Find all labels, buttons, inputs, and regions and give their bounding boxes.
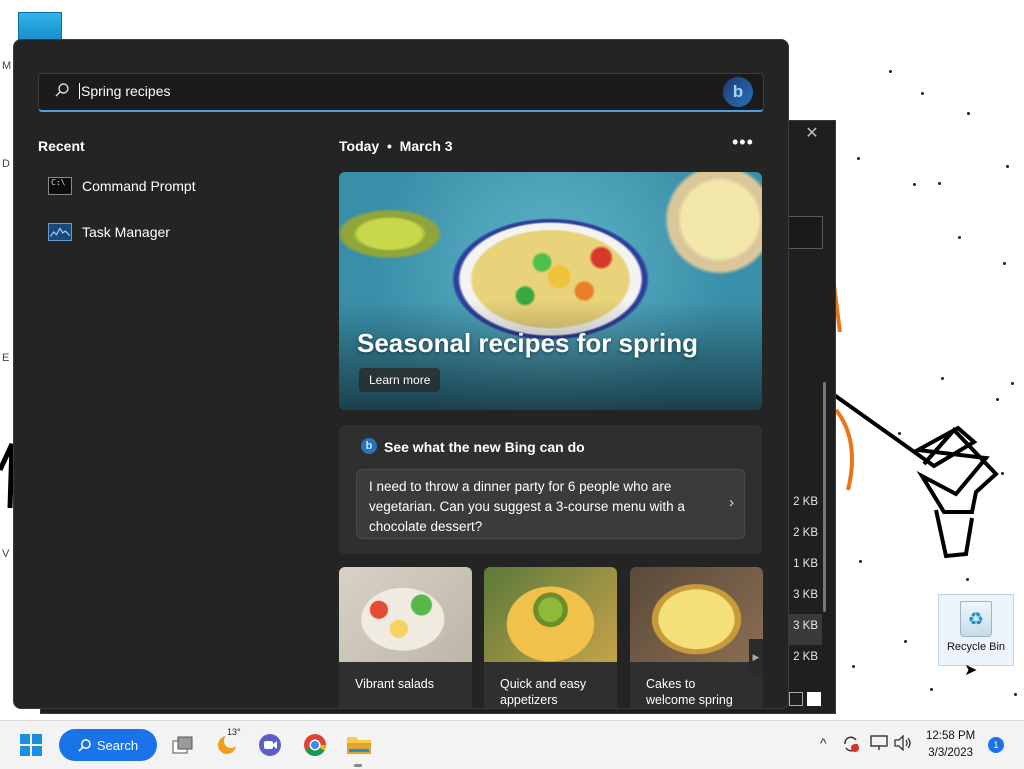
close-icon[interactable]: ✕ [802, 124, 822, 144]
teams-chat-icon[interactable] [254, 729, 286, 761]
hero-card[interactable]: Seasonal recipes for spring Learn more [339, 172, 762, 410]
tile-image [484, 567, 617, 662]
today-label: Today [339, 138, 380, 154]
search-icon [78, 738, 91, 752]
weather-temperature: 13° [227, 727, 241, 737]
recent-heading: Recent [38, 138, 85, 154]
bing-icon[interactable]: b [723, 77, 753, 107]
taskbar: Search 13° ^ 12:58 PM 3/3/2023 1 [0, 720, 1024, 769]
task-manager-icon [48, 223, 72, 241]
sync-icon[interactable] [842, 735, 860, 756]
task-view-icon[interactable] [167, 729, 199, 761]
large-icons-view-icon[interactable] [807, 692, 821, 706]
desktop-edge-text: E [2, 352, 10, 364]
bing-logo-icon: b [361, 438, 377, 454]
clock[interactable]: 12:58 PM 3/3/2023 [926, 728, 975, 762]
desktop-dot [1003, 262, 1006, 265]
details-view-icon[interactable] [789, 692, 803, 706]
explorer-search-box[interactable] [788, 216, 823, 249]
hero-title: Seasonal recipes for spring [357, 328, 699, 358]
search-input[interactable]: Spring recipes [79, 83, 171, 99]
file-size: 3 KB [788, 614, 822, 645]
file-size: 2 KB [793, 527, 818, 539]
recent-item-task-manager[interactable]: Task Manager [48, 217, 308, 247]
tile-spring-cakes[interactable]: Cakes to welcome spring ▶ [630, 567, 763, 708]
chrome-icon[interactable] [299, 729, 331, 761]
active-app-indicator [354, 764, 362, 767]
explorer-scrollbar[interactable] [823, 382, 826, 612]
view-toggle [789, 692, 821, 706]
taskbar-search-button[interactable]: Search [59, 729, 157, 761]
tile-label: Vibrant salads [355, 677, 434, 691]
desktop-dot [904, 640, 907, 643]
bing-card-heading: See what the new Bing can do [384, 439, 585, 455]
show-hidden-icons-icon[interactable]: ^ [820, 735, 827, 751]
desktop-dot [938, 182, 941, 185]
desktop-scribble [828, 280, 999, 559]
search-icon [55, 83, 69, 97]
clock-date: 3/3/2023 [928, 747, 973, 759]
search-panel: Spring recipes b Recent C:\ Command Prom… [13, 39, 789, 709]
tile-image [630, 567, 763, 662]
recent-item-label: Task Manager [82, 224, 170, 240]
recent-item-label: Command Prompt [82, 178, 196, 194]
taskbar-search-label: Search [96, 737, 139, 753]
volume-icon[interactable] [894, 734, 912, 754]
network-icon[interactable] [870, 735, 888, 754]
tile-vibrant-salads[interactable]: Vibrant salads [339, 567, 472, 708]
separator-dot: • [383, 138, 396, 154]
command-prompt-icon: C:\ [48, 177, 72, 195]
mouse-cursor-icon: ➤ [964, 662, 978, 679]
recent-item-command-prompt[interactable]: C:\ Command Prompt [48, 171, 308, 201]
file-size: 3 KB [793, 589, 818, 601]
file-size: 2 KB [793, 651, 818, 663]
desktop-dot [1006, 165, 1009, 168]
more-options-icon[interactable]: ••• [732, 132, 754, 153]
desktop-dot [958, 236, 961, 239]
scroll-right-icon[interactable]: ▶ [749, 639, 763, 675]
bing-prompt-button[interactable]: I need to throw a dinner party for 6 peo… [356, 469, 745, 539]
clock-time: 12:58 PM [926, 730, 976, 742]
windows-start-icon[interactable] [20, 734, 42, 756]
today-date: March 3 [399, 138, 453, 154]
desktop-dot [921, 92, 924, 95]
today-heading: Today • March 3 [339, 138, 453, 154]
file-explorer-icon[interactable] [343, 729, 375, 761]
search-box[interactable]: Spring recipes b [38, 73, 764, 112]
bing-card: b See what the new Bing can do I need to… [339, 425, 762, 554]
desktop-dot [1014, 693, 1017, 696]
file-size-column: 2 KB 2 KB 1 KB 3 KB 3 KB 2 KB [788, 490, 822, 676]
desktop-dot [889, 70, 892, 73]
desktop-dot [967, 112, 970, 115]
desktop-edge-text: V [2, 548, 10, 560]
tile-label: Cakes to welcome spring [646, 677, 733, 707]
bing-prompt-text: I need to throw a dinner party for 6 peo… [369, 479, 685, 534]
recycle-bin-label: Recycle Bin [946, 641, 1006, 653]
desktop-dot [852, 665, 855, 668]
desktop-dot [857, 157, 860, 160]
chevron-right-icon: › [729, 494, 734, 511]
desktop-edge-text: M [2, 60, 12, 72]
search-input-value: Spring recipes [81, 83, 171, 99]
tile-label: Quick and easy appetizers [500, 677, 587, 707]
desktop-dot [930, 688, 933, 691]
desktop-edge-text: D [2, 158, 10, 170]
tile-quick-appetizers[interactable]: Quick and easy appetizers [484, 567, 617, 708]
file-size: 1 KB [793, 558, 818, 570]
notification-badge[interactable]: 1 [988, 737, 1004, 753]
recycle-bin-icon: ♻ [960, 601, 992, 637]
recycle-bin[interactable]: ♻ Recycle Bin [938, 594, 1014, 666]
learn-more-button[interactable]: Learn more [359, 368, 441, 392]
desktop-dot [913, 183, 916, 186]
tile-image [339, 567, 472, 662]
file-size: 2 KB [793, 496, 818, 508]
